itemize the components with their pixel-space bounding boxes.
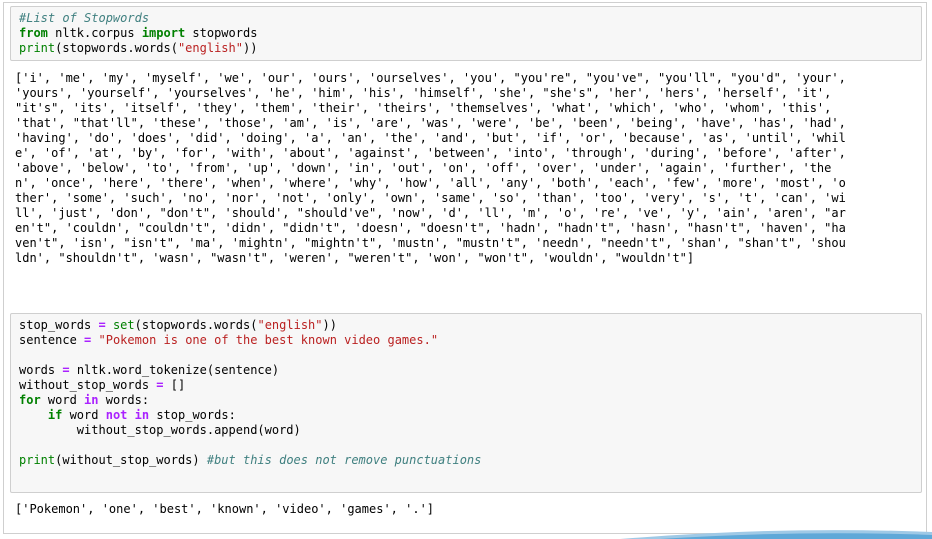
code-token: (stopwords.words( [55,41,178,55]
code-token: stop_words: [149,408,236,422]
code-token: stopwords [185,26,258,40]
code-token: )) [242,41,258,55]
code-token: if [47,408,63,422]
code-line: from nltk.corpus import stopwords [19,26,257,40]
output-line: ['Pokemon', 'one', 'best', 'known', 'vid… [15,502,435,516]
code-token: #but this does not remove punctuations [206,453,482,467]
code-token: without_stop_words.append(word) [19,423,301,437]
code-token: [] [163,378,186,392]
code-token: without_stop_words [19,378,157,392]
cell-output-1: ['i', 'me', 'my', 'myself', 'we', 'our',… [15,71,846,266]
code-line: if word not in stop_words: [19,408,236,422]
code-line: print(without_stop_words) #but this does… [19,453,481,467]
code-token: "english" [257,318,323,332]
decorative-swoosh [620,530,932,539]
code-token: #List of Stopwords [19,11,150,25]
notebook-panel: #List of Stopwords from nltk.corpus impo… [3,2,927,534]
output-line: ldn', "shouldn't", 'wasn', "wasn't", 'we… [15,251,695,265]
code-token: = [98,318,106,332]
output-line: 'above', 'below', 'to', 'from', 'up', 'd… [15,161,832,175]
code-token: "Pokemon is one of the best known video … [98,333,439,347]
code-line: stop_words = set(stopwords.words("englis… [19,318,337,332]
code-cell-input-2[interactable]: stop_words = set(stopwords.words("englis… [10,313,922,493]
output-line: ['i', 'me', 'my', 'myself', 'we', 'our',… [15,71,846,85]
code-editor-2[interactable]: stop_words = set(stopwords.words("englis… [19,318,481,468]
code-token: set [112,318,135,332]
code-token: words [19,363,63,377]
code-token: = [156,378,164,392]
output-line: ven't", 'isn', "isn't", 'ma', 'mightn', … [15,236,846,250]
code-token: in [84,393,99,407]
output-line: "it's", 'its', 'itself', 'they', 'them',… [15,101,832,115]
code-line: sentence = "Pokemon is one of the best k… [19,333,438,347]
output-line: 'yours', 'yourself', 'yourselves', 'he',… [15,86,832,100]
cell-output-2: ['Pokemon', 'one', 'best', 'known', 'vid… [15,502,434,517]
code-line: #List of Stopwords [19,11,149,25]
output-line: n', 'once', 'here', 'there', 'when', 'wh… [15,176,846,190]
code-line: for word in words: [19,393,149,407]
code-token: from [19,26,48,40]
code-editor-1[interactable]: #List of Stopwords from nltk.corpus impo… [19,11,257,56]
output-line: e', 'of', 'at', 'by', 'for', 'with', 'ab… [15,146,846,160]
code-token: = [62,363,70,377]
code-token: "english" [177,41,243,55]
code-cell-input-1[interactable]: #List of Stopwords from nltk.corpus impo… [10,6,922,61]
code-token: for [19,393,41,407]
output-line: 'having', 'do', 'does', 'did', 'doing', … [15,131,846,145]
code-token: import [141,26,186,40]
output-line: ll', 'just', 'don', "don't", 'should', "… [15,206,846,220]
code-line: without_stop_words.append(word) [19,423,301,437]
code-token: )) [322,318,337,332]
code-line: words = nltk.word_tokenize(sentence) [19,363,279,377]
code-token: nltk.corpus [47,26,142,40]
code-line: print(stopwords.words("english")) [19,41,257,55]
code-token: print [19,41,56,55]
code-token: stop_words [19,318,99,332]
code-token: nltk.word_tokenize(sentence) [69,363,280,377]
code-token: sentence [19,333,85,347]
code-token: in [134,408,150,422]
code-token: not [105,408,128,422]
code-token: print [19,453,56,467]
output-line: ther', 'some', 'such', 'no', 'nor', 'not… [15,191,846,205]
code-token: words: [98,393,150,407]
output-line: 'that', "that'll", 'these', 'those', 'am… [15,116,846,130]
code-token: word [62,408,106,422]
code-token: (stopwords.words( [134,318,258,332]
code-line: without_stop_words = [] [19,378,185,392]
output-line: en't", 'couldn', "couldn't", 'didn', "di… [15,221,846,235]
code-token: word [40,393,85,407]
code-token: (without_stop_words) [55,453,207,467]
